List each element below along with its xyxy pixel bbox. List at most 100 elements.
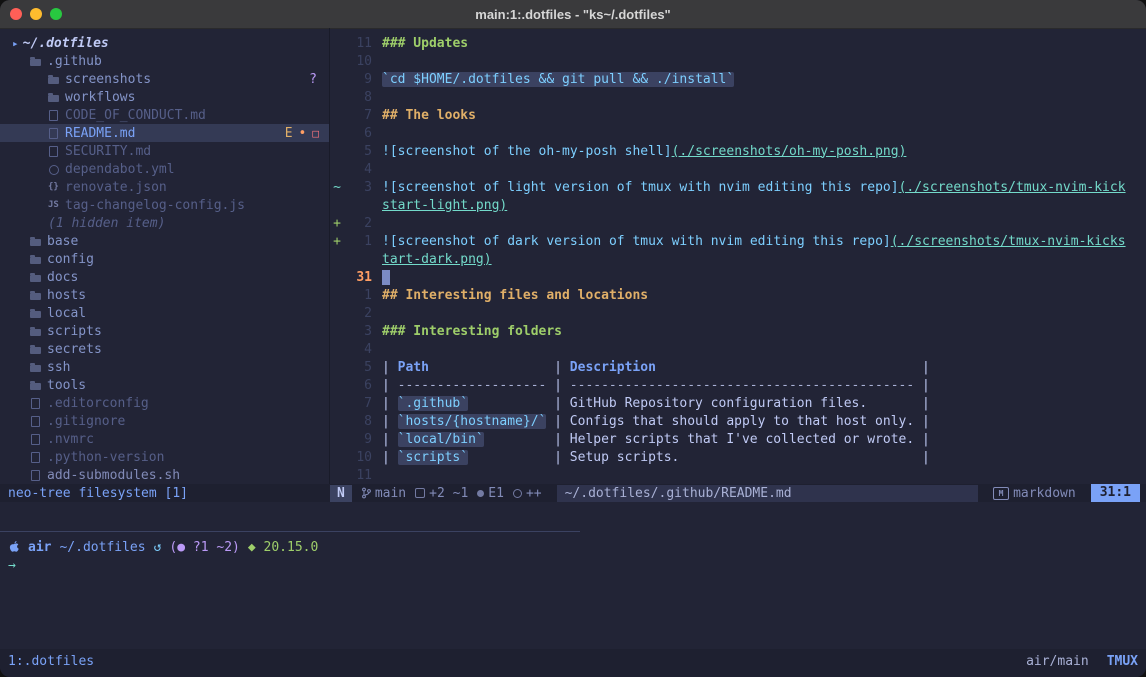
tree-item[interactable]: tools [0,376,329,394]
folder-icon [30,271,42,284]
table-divider-row: |-------------------|-------------------… [382,378,930,393]
tree-root[interactable]: ▸ ~/.dotfiles [0,34,329,52]
markdown-h3: ### Updates [382,36,468,51]
editor-line[interactable]: 10 |`scripts`|Setup scripts.| [330,448,1146,466]
file-icon [30,451,42,464]
file-icon [48,127,60,140]
shell-prompt[interactable]: air ~/.dotfiles ↺ (● ?1 ~2) ◆ 20.15.0 [8,538,318,556]
titlebar: main:1:.dotfiles - "ks~/.dotfiles" [0,0,1146,29]
editor-line-current[interactable]: 31 [330,268,1146,286]
file-icon [30,469,42,482]
tree-item[interactable]: add-submodules.sh [0,466,329,484]
folder-icon [48,91,60,104]
editor-line[interactable]: 11 ### Updates [330,34,1146,52]
inline-code: `cd $HOME/.dotfiles && git pull && ./ins… [382,72,734,87]
tree-item[interactable]: hosts [0,286,329,304]
image-link-url: (./screenshots/tmux-nvim-kick [899,180,1126,195]
tree-item[interactable]: config [0,250,329,268]
editor-line-wrap[interactable]: start-light.png) [330,196,1146,214]
tree-item[interactable]: JS tag-changelog-config.js [0,196,329,214]
tree-item[interactable]: .python-version [0,448,329,466]
prompt-git-status: (● ?1 ~2) [169,540,239,555]
editor-line[interactable]: 4 [330,340,1146,358]
editor-line[interactable]: +2 [330,214,1146,232]
sync-icon: ↺ [154,540,162,555]
editor-line[interactable]: 6 |-------------------|-----------------… [330,376,1146,394]
folder-icon [30,379,42,392]
tree-hidden-count[interactable]: (1 hidden item) [0,214,329,232]
cursor-position: 31:1 [1091,484,1140,502]
zoom-button[interactable] [50,8,62,20]
table-row: |`.github`|GitHub Repository configurati… [382,396,930,411]
file-icon [48,109,60,122]
editor-line[interactable]: 2 [330,304,1146,322]
editor-line[interactable]: 8 |`hosts/{hostname}/`|Configs that shou… [330,412,1146,430]
image-link-url: (./screenshots/tmux-nvim-kicks [891,234,1126,249]
git-diff-counts: +2 ~1 [415,486,468,501]
tmux-window-tab[interactable]: 1:.dotfiles [8,654,94,669]
tree-item[interactable]: base [0,232,329,250]
editor-line[interactable]: 7 |`.github`|GitHub Repository configura… [330,394,1146,412]
editor-line[interactable]: ~3 ![screenshot of light version of tmux… [330,178,1146,196]
editor-line[interactable]: 7 ## The looks [330,106,1146,124]
tree-item[interactable]: local [0,304,329,322]
node-icon: ◆ [248,540,256,555]
editor-line[interactable]: 9 `cd $HOME/.dotfiles && git pull && ./i… [330,70,1146,88]
minimize-button[interactable] [30,8,42,20]
folder-icon [30,325,42,338]
tree-item[interactable]: scripts [0,322,329,340]
editor-line[interactable]: 5 |Path|Description| [330,358,1146,376]
shell-input-line[interactable]: → [8,556,16,574]
folder-icon [30,307,42,320]
folder-icon [30,253,42,266]
prompt-path: ~/.dotfiles [59,540,145,555]
filetype: M markdown [993,486,1076,501]
statusline: neo-tree filesystem [1] N main +2 ~1 E1 … [0,484,1146,502]
editor-line[interactable]: 11 [330,466,1146,484]
editor-line-wrap[interactable]: tart-dark.png) [330,250,1146,268]
tree-item[interactable]: SECURITY.md [0,142,329,160]
editor-line[interactable]: 1 ## Interesting files and locations [330,286,1146,304]
tree-item[interactable]: .gitignore [0,412,329,430]
editor-buffer[interactable]: 11 ### Updates 10 9 `cd $HOME/.dotfiles … [330,28,1146,490]
editor-line[interactable]: 5 ![screenshot of the oh-my-posh shell](… [330,142,1146,160]
markdown-h3: ### Interesting folders [382,324,562,339]
neotree-statusline: neo-tree filesystem [1] [0,486,330,501]
tree-item[interactable]: CODE_OF_CONDUCT.md [0,106,329,124]
editor-line[interactable]: 3 ### Interesting folders [330,322,1146,340]
tree-item[interactable]: .github [0,52,329,70]
error-icon [477,490,484,497]
editor-line[interactable]: 4 [330,160,1146,178]
folder-icon [30,55,42,68]
prompt-arrow-icon: → [8,558,16,573]
file-icon [48,145,60,158]
modified-dot-icon: • [299,126,307,141]
file-icon [30,433,42,446]
tree-item[interactable]: {} renovate.json [0,178,329,196]
file-path: ~/.dotfiles/.github/README.md [557,485,978,502]
tree-item[interactable]: .editorconfig [0,394,329,412]
tree-item-selected[interactable]: README.md E • □ [0,124,329,142]
tree-item[interactable]: .nvmrc [0,430,329,448]
editor-line[interactable]: 8 [330,88,1146,106]
file-icon [30,415,42,428]
folder-icon [30,361,42,374]
tree-item[interactable]: dependabot.yml [0,160,329,178]
folder-icon [30,289,42,302]
unsaved-square-icon: □ [312,127,319,140]
recording-icon [513,489,522,498]
markdown-h2: ## Interesting files and locations [382,288,648,303]
tree-item[interactable]: docs [0,268,329,286]
close-button[interactable] [10,8,22,20]
tree-item[interactable]: workflows [0,88,329,106]
editor-line[interactable]: 6 [330,124,1146,142]
editor-line[interactable]: 9 |`local/bin`|Helper scripts that I've … [330,430,1146,448]
branch-icon [361,487,371,499]
tree-item[interactable]: screenshots ? [0,70,329,88]
tree-item[interactable]: ssh [0,358,329,376]
mode-indicator: N [330,485,352,502]
markdown-icon: M [993,487,1009,500]
tree-item[interactable]: secrets [0,340,329,358]
editor-line[interactable]: 10 [330,52,1146,70]
editor-line[interactable]: +1 ![screenshot of dark version of tmux … [330,232,1146,250]
